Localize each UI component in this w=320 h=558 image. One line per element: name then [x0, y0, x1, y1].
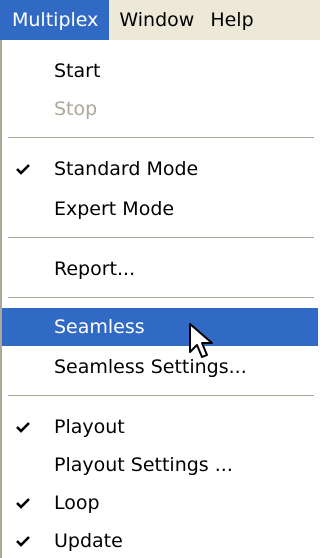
check-icon — [12, 522, 34, 558]
check-icon — [12, 150, 34, 188]
check-icon — [12, 408, 34, 446]
menu-separator — [8, 137, 314, 139]
menubar-help[interactable]: Help — [204, 0, 263, 40]
mouse-pointer-icon — [188, 322, 222, 364]
screen: Multiplex Window Help Start Stop Standar… — [0, 0, 320, 558]
menu-item-seamless-settings[interactable]: Seamless Settings... — [2, 348, 320, 386]
menu-bar: Multiplex Window Help — [0, 0, 320, 40]
menu-item-label: Loop — [54, 492, 100, 514]
menu-item-loop[interactable]: Loop — [2, 484, 320, 522]
menu-item-seamless[interactable]: Seamless — [2, 308, 318, 346]
menu-item-expert-mode[interactable]: Expert Mode — [2, 190, 320, 228]
menu-item-label: Start — [54, 60, 101, 82]
check-icon — [12, 484, 34, 522]
multiplex-dropdown-menu: Start Stop Standard Mode Expert Mode Rep… — [0, 40, 318, 558]
menu-item-label: Expert Mode — [54, 198, 175, 220]
menu-item-stop: Stop — [2, 90, 320, 128]
menu-separator — [8, 395, 314, 397]
menu-item-start[interactable]: Start — [2, 52, 320, 90]
menu-item-standard-mode[interactable]: Standard Mode — [2, 150, 320, 188]
menu-item-label: Report... — [54, 258, 136, 280]
menu-item-playout-settings[interactable]: Playout Settings ... — [2, 446, 320, 484]
menu-item-update[interactable]: Update — [2, 522, 320, 558]
menu-item-report[interactable]: Report... — [2, 250, 320, 288]
menu-item-label: Update — [54, 530, 123, 552]
menu-separator — [8, 297, 314, 299]
menu-item-label: Playout Settings ... — [54, 454, 233, 476]
menubar-multiplex[interactable]: Multiplex — [0, 0, 110, 40]
menu-separator — [8, 237, 314, 239]
menu-item-label: Stop — [54, 98, 98, 120]
menu-item-label: Standard Mode — [54, 158, 199, 180]
menu-item-label: Seamless — [54, 316, 145, 338]
menu-item-label: Playout — [54, 416, 125, 438]
menubar-window[interactable]: Window — [109, 0, 204, 40]
menu-item-playout[interactable]: Playout — [2, 408, 320, 446]
